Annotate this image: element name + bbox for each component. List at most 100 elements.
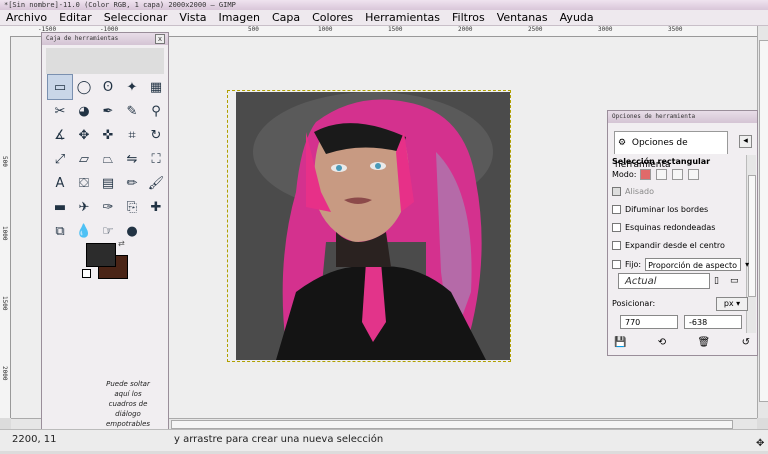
blend-icon[interactable]: ▤: [96, 171, 120, 195]
ellipse-select-icon[interactable]: ◯: [72, 75, 96, 99]
scrollbar-thumb[interactable]: [748, 175, 756, 297]
menu-ventanas[interactable]: Ventanas: [491, 10, 554, 25]
menu-vista[interactable]: Vista: [173, 10, 212, 25]
fijo-checkbox[interactable]: [612, 260, 621, 269]
airbrush-icon[interactable]: ✈: [72, 195, 96, 219]
mode-intersect-button[interactable]: [688, 169, 700, 180]
position-y-field[interactable]: -638: [684, 315, 742, 329]
ruler-tick: 1000: [1, 226, 8, 241]
swap-colors-icon[interactable]: ⇄: [118, 239, 125, 248]
crop-icon[interactable]: ⌗: [120, 123, 144, 147]
free-select-icon[interactable]: ʘ: [96, 75, 120, 99]
cage-icon[interactable]: ⛶: [144, 147, 168, 171]
menu-editar[interactable]: Editar: [53, 10, 98, 25]
color-picker-icon[interactable]: ✎: [120, 99, 144, 123]
fuzzy-select-icon[interactable]: ✦: [120, 75, 144, 99]
paths-icon[interactable]: ✒: [96, 99, 120, 123]
menu-herramientas[interactable]: Herramientas: [359, 10, 446, 25]
paintbrush-icon[interactable]: 🖌: [144, 171, 168, 195]
portrait-icon[interactable]: ▯: [714, 276, 719, 286]
ruler-tick: 3500: [668, 26, 683, 33]
vertical-scrollbar[interactable]: [757, 26, 768, 418]
pencil-icon[interactable]: ✏: [120, 171, 144, 195]
tab-tool-options[interactable]: ⚙ Opciones de herramienta: [614, 131, 728, 170]
vertical-ruler[interactable]: 500 1000 1500 2000: [0, 36, 11, 418]
navigate-icon[interactable]: ✥: [756, 434, 764, 454]
select-by-color-icon[interactable]: ▦: [144, 75, 168, 99]
text-icon[interactable]: A: [48, 171, 72, 195]
tool-options-titlebar: Opciones de herramienta: [608, 111, 757, 123]
ruler-tick: 2000: [458, 26, 473, 33]
menu-filtros[interactable]: Filtros: [446, 10, 491, 25]
alisado-checkbox[interactable]: [612, 187, 621, 196]
unit-dropdown[interactable]: px ▾: [716, 297, 748, 311]
ink-icon[interactable]: ✑: [96, 195, 120, 219]
mode-add-button[interactable]: [656, 169, 668, 180]
aspect-value-field[interactable]: Actual: [618, 273, 710, 289]
mode-subtract-button[interactable]: [672, 169, 684, 180]
menubar: Archivo Editar Seleccionar Vista Imagen …: [0, 10, 768, 26]
bucket-fill-icon[interactable]: ⛋: [72, 171, 96, 195]
align-icon[interactable]: ✜: [96, 123, 120, 147]
smudge-icon[interactable]: ☞: [96, 219, 120, 243]
menu-ayuda[interactable]: Ayuda: [554, 10, 600, 25]
difuminar-checkbox[interactable]: [612, 205, 621, 214]
restore-options-icon[interactable]: ⟲: [658, 337, 666, 348]
color-swatches: ⇄: [82, 239, 134, 279]
eraser-icon[interactable]: ▬: [48, 195, 72, 219]
measure-icon[interactable]: ∡: [48, 123, 72, 147]
perspective-icon[interactable]: ⏢: [96, 147, 120, 171]
menu-seleccionar[interactable]: Seleccionar: [98, 10, 174, 25]
pointer-coordinates: 2200, 11: [12, 434, 57, 445]
reset-options-icon[interactable]: ↺: [742, 337, 750, 348]
mode-replace-button[interactable]: [640, 169, 652, 180]
reset-colors-icon[interactable]: [82, 269, 91, 278]
clone-icon[interactable]: ⎘: [120, 195, 144, 219]
scrollbar-thumb[interactable]: [171, 420, 733, 429]
foreground-select-icon[interactable]: ◕: [72, 99, 96, 123]
alisado-label: Alisado: [625, 187, 654, 196]
zoom-icon[interactable]: ⚲: [144, 99, 168, 123]
expandir-checkbox[interactable]: [612, 241, 621, 250]
rect-select-icon[interactable]: ▭: [47, 74, 73, 100]
menu-colores[interactable]: Colores: [306, 10, 359, 25]
ruler-tick: 500: [1, 156, 8, 167]
menu-capa[interactable]: Capa: [266, 10, 306, 25]
ruler-tick: 2500: [528, 26, 543, 33]
mode-label: Modo:: [612, 170, 637, 179]
menu-imagen[interactable]: Imagen: [213, 10, 266, 25]
blur-icon[interactable]: 💧: [72, 219, 96, 243]
toolbox-banner: [46, 48, 164, 74]
perspective-clone-icon[interactable]: ⧉: [48, 219, 72, 243]
mode-row: Modo:: [612, 169, 700, 180]
foreground-color-swatch[interactable]: [86, 243, 116, 267]
chevron-down-icon[interactable]: ▾: [745, 260, 749, 269]
position-x-field[interactable]: 770: [620, 315, 678, 329]
status-message: y arrastre para crear una nueva selecció…: [174, 434, 384, 445]
toolbox-title: Caja de herramientas: [46, 35, 119, 42]
save-options-icon[interactable]: 💾: [614, 337, 626, 348]
tool-grid: ▭ ◯ ʘ ✦ ▦ ✂ ◕ ✒ ✎ ⚲ ∡ ✥ ✜ ⌗ ↻ ⤢ ▱ ⏢ ⇋ ⛶ A ⛋ ▤ ✏ 🖌 ▬ ✈ ✑ ⎘ ✚ ⧉ 💧 ☞ ●: [47, 74, 168, 243]
scissors-icon[interactable]: ✂: [48, 99, 72, 123]
alisado-row: Alisado: [612, 187, 654, 196]
landscape-icon[interactable]: ▭: [730, 276, 739, 286]
difuminar-label: Difuminar los bordes: [625, 205, 709, 214]
tool-options-panel: Opciones de herramienta ⚙ Opciones de he…: [607, 110, 758, 356]
tab-menu-icon[interactable]: ◂: [739, 135, 752, 148]
statusbar: 2200, 11 y arrastre para crear una nueva…: [0, 429, 768, 451]
shear-icon[interactable]: ▱: [72, 147, 96, 171]
fijo-dropdown[interactable]: Proporción de aspecto: [645, 258, 742, 271]
toolbox-panel: Caja de herramientas x ▭ ◯ ʘ ✦ ▦ ✂ ◕ ✒ ✎ ⚲ ∡ ✥ ✜ ⌗ ↻ ⤢ ▱…: [41, 32, 169, 450]
rotate-icon[interactable]: ↻: [144, 123, 168, 147]
menu-archivo[interactable]: Archivo: [0, 10, 53, 25]
delete-options-icon[interactable]: 🗑: [698, 337, 711, 348]
esquinas-checkbox[interactable]: [612, 223, 621, 232]
move-icon[interactable]: ✥: [72, 123, 96, 147]
scrollbar-thumb[interactable]: [759, 40, 768, 402]
canvas-boundary: [227, 90, 511, 362]
flip-icon[interactable]: ⇋: [120, 147, 144, 171]
scale-icon[interactable]: ⤢: [48, 147, 72, 171]
toolbox-titlebar: Caja de herramientas x: [42, 33, 168, 45]
heal-icon[interactable]: ✚: [144, 195, 168, 219]
close-icon[interactable]: x: [155, 34, 165, 44]
